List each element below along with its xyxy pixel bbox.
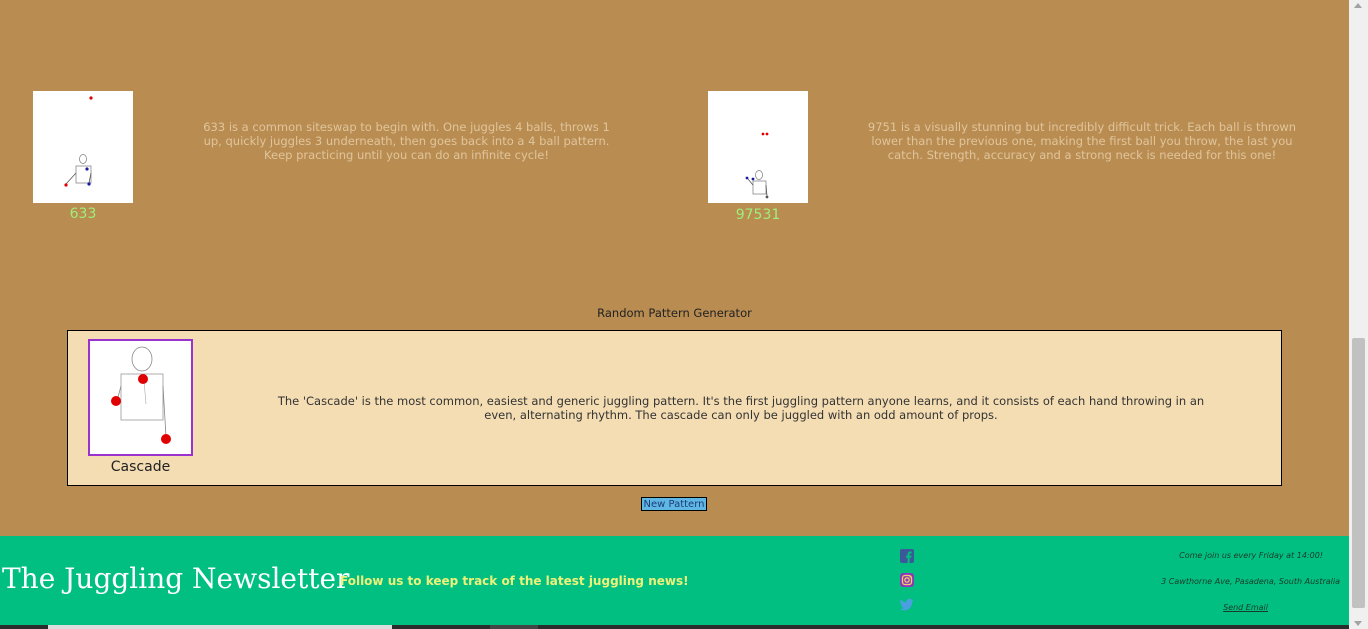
pattern-description-97531: 9751 is a visually stunning but incredib… xyxy=(867,120,1297,162)
juggler-body xyxy=(752,180,767,195)
send-email-link[interactable]: Send Email xyxy=(1223,603,1268,612)
juggler-body xyxy=(75,165,92,184)
ball xyxy=(89,96,93,100)
generator-panel: Cascade The 'Cascade' is the most common… xyxy=(67,330,1282,486)
ball xyxy=(765,132,769,136)
twitter-icon[interactable] xyxy=(900,597,914,611)
footer-meeting-time: Come join us every Friday at 14:00! xyxy=(1179,551,1323,560)
juggler-arm xyxy=(162,385,167,438)
page: 633 633 is a common siteswap to begin wi… xyxy=(0,0,1349,629)
footer-address: 3 Cawthorne Ave, Pasadena, South Austral… xyxy=(1161,577,1340,586)
new-pattern-button[interactable]: New Pattern xyxy=(641,497,707,511)
instagram-icon[interactable] xyxy=(900,573,914,587)
pattern-animation-97531 xyxy=(708,91,808,203)
ball xyxy=(87,182,91,186)
taskbar-active-window[interactable] xyxy=(48,625,392,629)
footer: The Juggling Newsletter Follow us to kee… xyxy=(0,536,1349,625)
ball xyxy=(85,167,89,171)
juggler-arm xyxy=(765,184,768,197)
ball xyxy=(161,434,171,444)
pattern-name-97531: 97531 xyxy=(735,207,781,223)
scroll-down-arrow-icon[interactable] xyxy=(1354,621,1362,626)
generator-title: Random Pattern Generator xyxy=(597,306,752,320)
pattern-animation-633 xyxy=(33,91,133,203)
ball xyxy=(751,177,755,181)
ball xyxy=(765,195,769,199)
ball xyxy=(111,396,121,406)
juggler-figure xyxy=(745,132,769,199)
ball xyxy=(745,176,749,180)
vertical-scrollbar[interactable] xyxy=(1349,0,1368,629)
footer-title: The Juggling Newsletter xyxy=(2,562,350,595)
juggler-figure xyxy=(64,96,93,187)
taskbar-item[interactable] xyxy=(490,625,538,629)
scrollbar-thumb[interactable] xyxy=(1352,338,1365,608)
juggler-head xyxy=(131,346,153,372)
ball xyxy=(64,183,68,187)
juggler-figure xyxy=(111,346,171,444)
pattern-description-633: 633 is a common siteswap to begin with. … xyxy=(203,120,610,162)
pattern-name-633: 633 xyxy=(69,206,97,222)
juggler-head xyxy=(79,154,87,164)
taskbar xyxy=(0,625,1349,629)
generator-pattern-name: Cascade xyxy=(110,459,171,475)
footer-tagline: Follow us to keep track of the latest ju… xyxy=(340,574,689,588)
generator-animation xyxy=(88,339,193,456)
ball xyxy=(761,132,765,136)
ball-path xyxy=(143,380,147,405)
scroll-up-arrow-icon[interactable] xyxy=(1354,3,1362,8)
facebook-icon[interactable] xyxy=(900,549,914,563)
ball xyxy=(138,374,148,384)
juggler-arm xyxy=(65,172,77,185)
generator-pattern-description: The 'Cascade' is the most common, easies… xyxy=(277,394,1205,422)
juggler-head xyxy=(755,170,763,180)
